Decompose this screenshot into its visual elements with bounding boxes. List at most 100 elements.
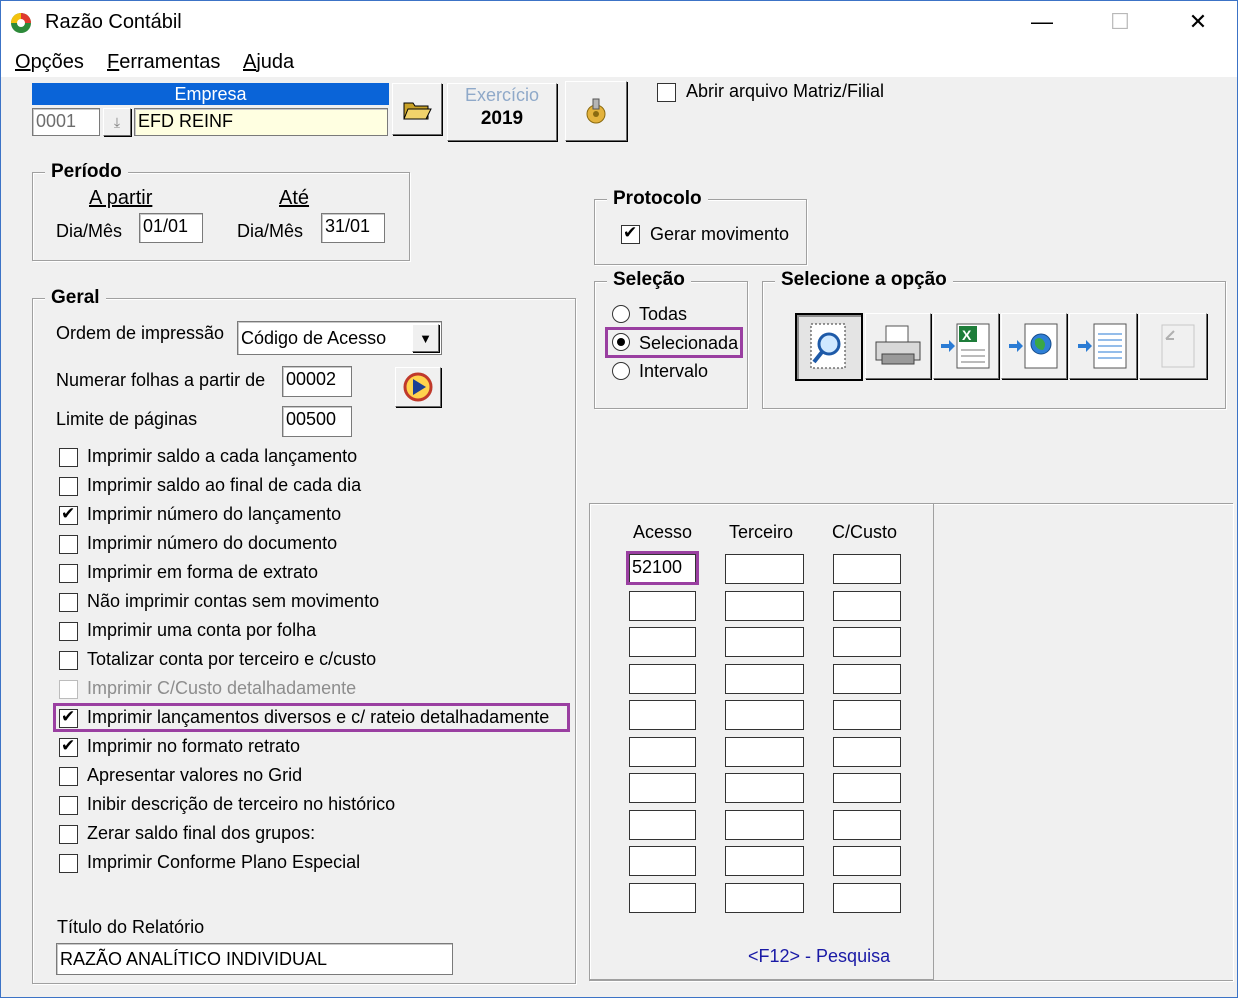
terceiro-cell[interactable] [725,846,804,876]
periodo-from-input[interactable]: 01/01 [139,213,203,243]
acesso-cell[interactable] [629,809,696,840]
radio-intervalo[interactable] [612,362,630,380]
terceiro-cell[interactable] [725,663,804,694]
terceiro-cell[interactable] [725,554,804,584]
terceiro-cell[interactable] [725,627,804,657]
option-checkbox[interactable] [59,736,78,757]
option-checkbox-label: Imprimir saldo ao final de cada dia [87,475,362,495]
opcao-title: Selecione a opção [775,269,953,291]
periodo-from-label: Dia/Mês [56,221,123,241]
ccusto-cell[interactable] [833,554,901,584]
preview-button[interactable] [795,313,863,381]
ccusto-cell[interactable] [833,773,901,803]
option-checkbox[interactable] [59,535,78,554]
abrir-matriz-checkbox[interactable] [657,83,676,102]
maximize-button[interactable]: ☐ [1081,1,1159,43]
empresa-lookup-button[interactable]: ⤓ [103,108,131,136]
open-folder-button[interactable] [392,83,442,135]
option-checkbox[interactable] [59,622,78,641]
option-checkbox-label: Imprimir no formato retrato [87,736,301,756]
text-export-icon [1078,323,1127,369]
option-checkbox[interactable] [59,854,78,873]
printer-icon [875,325,921,365]
acesso-cell[interactable] [629,736,696,767]
geral-title: Geral [45,287,106,309]
empresa-code-field[interactable]: 0001 [32,108,100,136]
option-checkbox[interactable] [59,651,78,670]
acesso-cell[interactable] [629,627,696,657]
acesso-cell[interactable] [629,590,696,621]
gerar-movimento-checkbox[interactable] [621,223,640,244]
option-checkbox[interactable] [59,564,78,583]
ordem-label: Ordem de impressão [56,323,225,343]
menu-ferramentas[interactable]: Ferramentas [107,51,220,74]
close-button[interactable]: ✕ [1159,1,1237,43]
ccusto-cell[interactable] [833,846,901,876]
ccusto-cell[interactable] [833,700,901,730]
menu-opcoes[interactable]: Opções [15,51,84,74]
ccusto-cell[interactable] [833,809,901,840]
minimize-icon: — [1031,9,1053,34]
text-export-button[interactable] [1069,313,1137,379]
titulo-input[interactable]: RAZÃO ANALÍTICO INDIVIDUAL [56,943,453,975]
column-acesso: Acesso [633,522,693,542]
acesso-cell[interactable] [629,700,696,730]
minimize-button[interactable]: — [1003,1,1081,43]
excel-export-button[interactable]: X [933,313,999,379]
option-checkbox[interactable] [59,448,78,467]
terceiro-cell[interactable] [725,882,804,913]
terceiro-cell[interactable] [725,700,804,730]
empresa-name-field[interactable]: EFD REINF [134,108,388,136]
exercicio-value: 2019 [480,108,524,129]
window-title: Razão Contábil [45,11,182,33]
option-checkbox[interactable] [59,825,78,844]
periodo-to-label: Dia/Mês [237,221,304,241]
excel-export-icon: X [941,323,990,369]
terceiro-cell[interactable] [725,736,804,767]
settings-button[interactable] [565,81,627,141]
limite-input[interactable]: 00500 [282,406,352,437]
periodo-to-input[interactable]: 31/01 [321,213,385,243]
ccusto-cell[interactable] [833,736,901,767]
menu-ajuda[interactable]: Ajuda [243,51,294,74]
ordem-dropdown-button[interactable]: ▼ [412,324,439,352]
option-checkbox-label: Imprimir Conforme Plano Especial [87,852,361,872]
option-checkbox[interactable] [59,767,78,786]
terceiro-cell[interactable] [725,773,804,803]
option-checkbox[interactable] [59,504,78,525]
option-checkbox-label: Imprimir saldo a cada lançamento [87,446,358,466]
ordem-select-value: Código de Acesso [241,328,387,348]
gerar-movimento-label: Gerar movimento [650,224,790,244]
dropdown-arrow-icon: ▼ [419,330,432,346]
acesso-cell[interactable] [629,663,696,694]
ccusto-cell[interactable] [833,663,901,694]
option-checkbox-label: Zerar saldo final dos grupos: [87,823,316,843]
title-bar: Razão Contábil — ☐ ✕ [1,1,1237,43]
disabled-export-button[interactable] [1139,313,1207,379]
open-folder-icon [403,102,432,120]
option-checkbox-label: Imprimir uma conta por folha [87,620,317,640]
periodo-title: Período [45,161,128,183]
radio-todas[interactable] [612,305,630,323]
ccusto-cell[interactable] [833,627,901,657]
option-checkbox[interactable] [59,796,78,815]
close-icon: ✕ [1188,9,1208,34]
menu-bar: Opções Ferramentas Ajuda [1,43,1237,77]
periodo-from-header: A partir [89,187,153,209]
option-checkbox[interactable] [59,477,78,496]
ccusto-cell[interactable] [833,590,901,621]
terceiro-cell[interactable] [725,809,804,840]
svg-text:X: X [962,327,972,343]
geral-group [32,298,576,984]
acesso-cell[interactable] [629,846,696,876]
print-button[interactable] [865,313,931,379]
web-export-button[interactable] [1001,313,1067,379]
option-checkbox [59,680,78,699]
option-checkbox[interactable] [59,593,78,612]
acesso-cell[interactable] [629,882,696,913]
numerar-input[interactable]: 00002 [282,366,352,397]
play-button[interactable] [395,367,441,407]
terceiro-cell[interactable] [725,590,804,621]
ccusto-cell[interactable] [833,882,901,913]
acesso-cell[interactable] [629,773,696,803]
